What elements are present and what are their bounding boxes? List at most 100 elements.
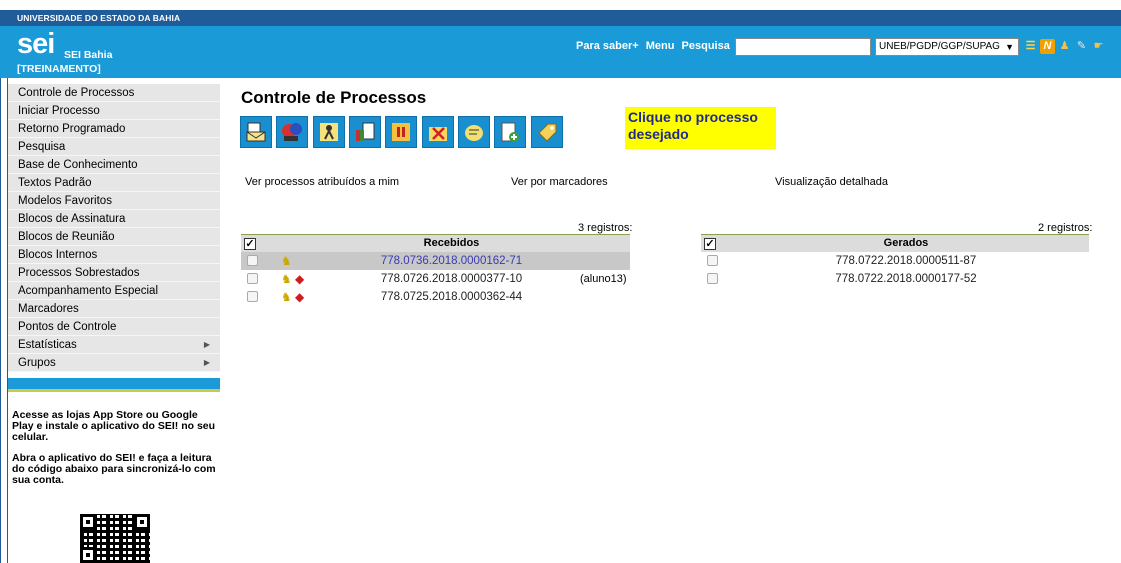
org-name: UNIVERSIDADE DO ESTADO DA BAHIA	[17, 13, 181, 23]
sidebar-item-base-conhecimento[interactable]: Base de Conhecimento	[8, 156, 220, 174]
sidebar-item-grupos[interactable]: Grupos ▶	[8, 354, 220, 372]
select-all-checkbox[interactable]: ✓	[704, 238, 716, 251]
sidebar-item-retorno-programado[interactable]: Retorno Programado	[8, 120, 220, 138]
sidebar-item-pesquisa[interactable]: Pesquisa	[8, 138, 220, 156]
row-user	[580, 252, 630, 270]
left-edge	[0, 78, 8, 563]
list-icon[interactable]: ☰	[1023, 39, 1038, 54]
send-process-button[interactable]	[240, 116, 272, 148]
row-user	[580, 288, 630, 306]
sidebar-item-blocos-assinatura[interactable]: Blocos de Assinatura	[8, 210, 220, 228]
tag-marker-icon[interactable]: ◆	[295, 290, 304, 304]
pause-process-button[interactable]	[385, 116, 418, 148]
tools-icon[interactable]: ✎	[1074, 39, 1089, 54]
process-tree-icon	[282, 123, 303, 141]
sidebar-item-blocos-reuniao[interactable]: Blocos de Reunião	[8, 228, 220, 246]
gerados-table: ✓ Gerados 778.0722.2018.0000511-87 778.0…	[701, 234, 1089, 288]
promo-text-1: Acesse as lojas App Store ou Google Play…	[12, 409, 216, 443]
top-links: Para saber+ Menu Pesquisa	[576, 40, 734, 52]
dropdown-arrow-icon: ▼	[1005, 42, 1014, 52]
app-name: SEI Bahia	[64, 49, 113, 61]
sidebar-item-modelos-favoritos[interactable]: Modelos Favoritos	[8, 192, 220, 210]
new-document-button[interactable]	[494, 116, 527, 148]
sidebar-item-processos-sobrestados[interactable]: Processos Sobrestados	[8, 264, 220, 282]
tag-button[interactable]	[530, 116, 563, 148]
gerados-header: Gerados	[883, 237, 929, 250]
close-process-button[interactable]	[421, 116, 454, 148]
assign-user-button[interactable]	[312, 116, 345, 148]
page-title: Controle de Processos	[241, 88, 427, 107]
table-row[interactable]: 778.0722.2018.0000177-52	[701, 270, 1089, 288]
annotation-flag-icon[interactable]: ♞	[281, 290, 292, 304]
recebidos-count: 3 registros:	[578, 222, 633, 234]
row-checkbox[interactable]	[247, 254, 258, 266]
table-row[interactable]: ♞ ◆ 778.0725.2018.0000362-44	[241, 288, 630, 306]
top-strip	[0, 0, 1121, 10]
qr-code-image	[80, 514, 150, 563]
submenu-arrow-icon: ▶	[203, 358, 210, 367]
pause-icon	[392, 123, 411, 141]
hand-icon[interactable]: ☛	[1091, 39, 1106, 54]
notes-icon[interactable]: N	[1040, 39, 1055, 54]
sidebar-item-acompanhamento-especial[interactable]: Acompanhamento Especial	[8, 282, 220, 300]
recebidos-header: Recebidos	[423, 237, 480, 250]
send-process-icon	[246, 122, 266, 142]
process-link[interactable]: 778.0736.2018.0000162-71	[381, 255, 522, 267]
process-link[interactable]: 778.0725.2018.0000362-44	[381, 291, 522, 303]
unit-select[interactable]: UNEB/PGDP/GGP/SUPAG ▼	[875, 38, 1019, 56]
annotation-flag-icon[interactable]: ♞	[281, 272, 292, 286]
header-icons: ☰ N ♟ ✎ ☛	[1023, 39, 1108, 54]
annotation-button[interactable]	[458, 116, 491, 148]
app-header: sei SEI Bahia [TREINAMENTO] Para saber+ …	[0, 26, 1121, 78]
search-input[interactable]	[735, 38, 871, 56]
close-process-icon	[428, 127, 447, 141]
link-visualizacao-detalhada[interactable]: Visualização detalhada	[775, 176, 888, 188]
table-row[interactable]: ♞ ◆ 778.0726.2018.0000377-10 (aluno13)	[241, 270, 630, 288]
submenu-arrow-icon: ▶	[203, 340, 210, 349]
org-bar: UNIVERSIDADE DO ESTADO DA BAHIA	[0, 10, 1121, 26]
row-user: (aluno13)	[580, 272, 627, 285]
process-link[interactable]: 778.0722.2018.0000177-52	[835, 273, 976, 285]
env-label: [TREINAMENTO]	[17, 63, 101, 75]
link-ver-marcadores[interactable]: Ver por marcadores	[511, 176, 608, 188]
notes-icon	[465, 125, 484, 141]
process-toolbar	[240, 116, 564, 148]
promo-text-2: Abra o aplicativo do SEI! e faça a leitu…	[12, 452, 216, 486]
sidebar-item-controle-processos[interactable]: Controle de Processos	[8, 84, 220, 102]
row-checkbox[interactable]	[247, 290, 258, 302]
sidebar-item-marcadores[interactable]: Marcadores	[8, 300, 220, 318]
row-checkbox[interactable]	[707, 272, 718, 284]
sei-logo[interactable]: sei	[17, 29, 55, 59]
table-row[interactable]: 778.0722.2018.0000511-87	[701, 252, 1089, 270]
documents-icon	[356, 122, 375, 141]
app-promo: Acesse as lojas App Store ou Google Play…	[12, 410, 216, 496]
new-document-icon	[501, 122, 520, 142]
link-ver-atribuidos[interactable]: Ver processos atribuídos a mim	[245, 176, 399, 188]
annotation-flag-icon[interactable]: ♞	[281, 254, 292, 268]
instruction-callout: Clique no processo desejado	[625, 107, 776, 149]
sidebar-menu: Controle de Processos Iniciar Processo R…	[8, 84, 220, 372]
sidebar-item-iniciar-processo[interactable]: Iniciar Processo	[8, 102, 220, 120]
sidebar-divider-accent	[8, 389, 220, 392]
gerados-count: 2 registros:	[1038, 222, 1093, 234]
sidebar-item-estatisticas[interactable]: Estatísticas ▶	[8, 336, 220, 354]
process-tree-button[interactable]	[276, 116, 309, 148]
sidebar-item-blocos-internos[interactable]: Blocos Internos	[8, 246, 220, 264]
select-all-checkbox[interactable]: ✓	[244, 238, 256, 251]
process-link[interactable]: 778.0726.2018.0000377-10	[381, 273, 522, 285]
tag-icon	[538, 123, 557, 142]
sidebar-item-textos-padrao[interactable]: Textos Padrão	[8, 174, 220, 192]
user-icon[interactable]: ♟	[1057, 39, 1072, 54]
process-link[interactable]: 778.0722.2018.0000511-87	[836, 255, 976, 267]
link-menu[interactable]: Menu	[646, 40, 675, 52]
assign-user-icon	[319, 123, 338, 141]
row-checkbox[interactable]	[247, 272, 258, 284]
tag-marker-icon[interactable]: ◆	[295, 272, 304, 286]
table-row[interactable]: ♞ 778.0736.2018.0000162-71	[241, 251, 630, 270]
link-para-saber[interactable]: Para saber+	[576, 40, 639, 52]
documents-button[interactable]	[349, 116, 382, 148]
row-checkbox[interactable]	[707, 254, 718, 266]
recebidos-table: ✓ Recebidos ♞ 778.0736.2018.0000162-71 ♞…	[241, 234, 630, 306]
sidebar-item-pontos-controle[interactable]: Pontos de Controle	[8, 318, 220, 336]
link-pesquisa[interactable]: Pesquisa	[682, 40, 730, 52]
